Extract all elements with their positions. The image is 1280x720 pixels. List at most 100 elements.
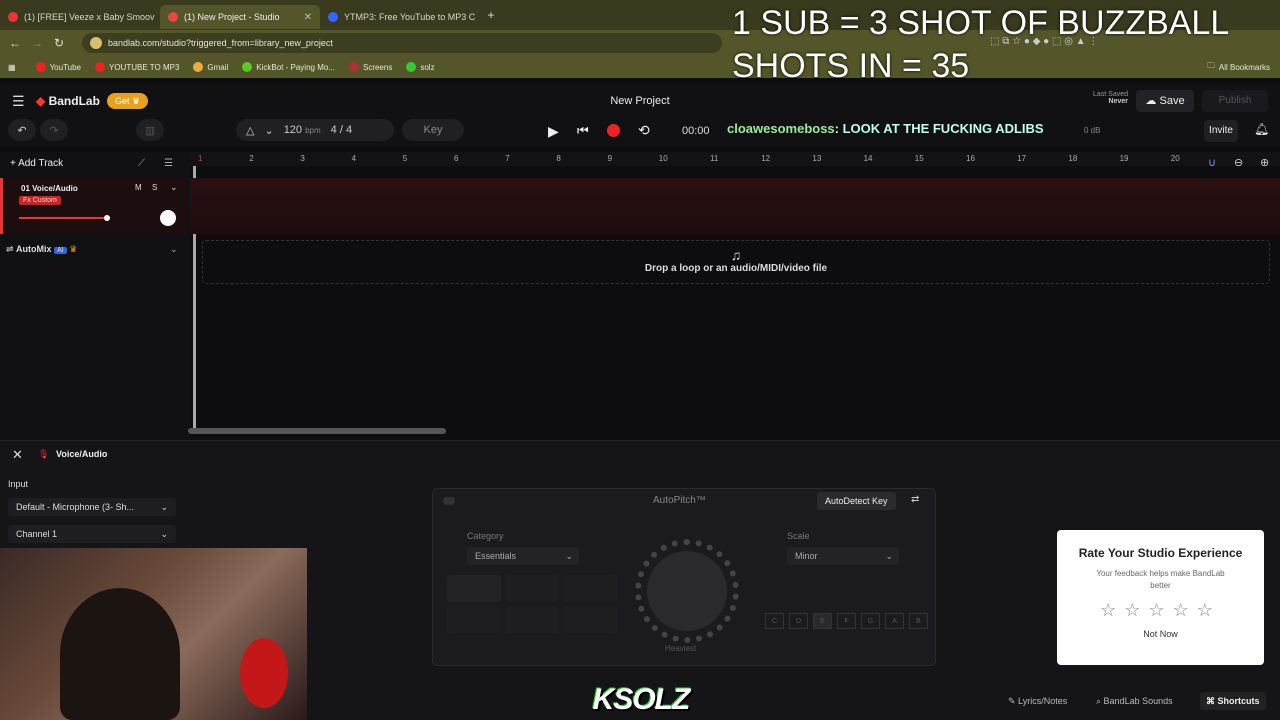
bandlab-sounds-button[interactable]: ⌕ BandLab Sounds — [1096, 696, 1173, 707]
bookmark-kickbot[interactable]: KickBot - Paying Mo... — [242, 62, 335, 72]
notifications-icon[interactable]: 🔔︎ — [1254, 122, 1269, 136]
mixer-icon[interactable]: ▥ — [136, 119, 164, 141]
fx-badge[interactable]: Fx Custom — [19, 196, 61, 205]
ruler-bar-number: 18 — [1068, 154, 1078, 163]
ruler-bar-number: 7 — [505, 154, 510, 163]
metronome-icon[interactable]: △ — [246, 124, 254, 137]
timeline-ruler[interactable]: 1 2 3 4 5 6 7 8 9 10 11 12 13 14 15 16 17 18 19 20 — [190, 152, 1280, 166]
chevron-down-icon[interactable]: ⌄ — [170, 182, 178, 193]
close-icon[interactable]: ✕ — [12, 447, 23, 463]
transport-toolbar: ↶ ↷ ▥ △ ⌄ 120 bpm 4 / 4 Key ▶ ⏮ ⟲ 00:00 c… — [0, 118, 1280, 146]
tab-title: (1) New Project - Studio — [184, 12, 280, 22]
ruler-bar-number: 6 — [454, 154, 459, 163]
scale-label: Scale — [787, 531, 810, 541]
input-select[interactable]: Default - Microphone (3- Sh... ⌄ — [8, 498, 176, 516]
drop-zone[interactable]: ♫ Drop a loop or an audio/MIDI/video file — [202, 240, 1270, 284]
note-key[interactable]: B — [909, 613, 928, 629]
back-icon[interactable]: ← — [4, 36, 26, 50]
ruler-bar-number: 5 — [402, 154, 408, 163]
input-label: Input — [8, 479, 29, 489]
chevron-down-icon[interactable]: ⌄ — [170, 244, 178, 255]
power-toggle[interactable] — [443, 497, 455, 505]
not-now-button[interactable]: Not Now — [1057, 629, 1264, 639]
channel-select[interactable]: Channel 1 ⌄ — [8, 525, 176, 543]
note-key[interactable]: C — [765, 613, 784, 629]
play-icon[interactable]: ▶ — [548, 123, 559, 140]
site-info-icon[interactable] — [90, 37, 102, 49]
chevron-down-icon[interactable]: ⌄ — [264, 124, 273, 137]
reload-icon[interactable]: ↻ — [48, 36, 70, 50]
effect-presets[interactable] — [447, 575, 617, 633]
edit-icon[interactable]: ⟋ — [138, 158, 145, 169]
app-header: ☰ ◆ BandLab Get ♛ New Project Last Saved… — [0, 84, 1280, 118]
category-select[interactable]: Essentials ⌄ — [467, 547, 579, 565]
invite-button[interactable]: Invite — [1204, 120, 1238, 142]
pan-knob[interactable] — [160, 210, 176, 226]
strength-knob[interactable] — [635, 539, 739, 643]
get-button[interactable]: Get ♛ — [107, 93, 149, 109]
solo-button[interactable]: S — [152, 183, 157, 192]
category-label: Category — [467, 531, 504, 541]
note-key[interactable]: E — [813, 613, 832, 629]
add-track-button[interactable]: + Add Track — [10, 158, 63, 169]
forward-icon[interactable]: → — [26, 36, 48, 50]
new-tab-icon[interactable]: + — [480, 8, 502, 22]
volume-slider[interactable] — [19, 217, 107, 219]
url-input[interactable]: bandlab.com/studio?triggered_from=librar… — [82, 33, 722, 53]
note-key[interactable]: F — [837, 613, 856, 629]
undo-button[interactable]: ↶ — [8, 119, 36, 141]
ruler-bar-number: 3 — [300, 154, 305, 163]
autodetect-key-button[interactable]: AutoDetect Key — [817, 492, 896, 510]
bookmark-youtube-to-mp3[interactable]: YOUTUBE TO MP3 — [95, 62, 179, 72]
autopitch-effect: AutoPitch™ AutoDetect Key ⇄ Category Ess… — [432, 488, 936, 666]
time-signature[interactable]: 4 / 4 — [331, 124, 352, 136]
horizontal-scrollbar[interactable] — [188, 428, 446, 434]
volume-handle[interactable] — [104, 215, 110, 221]
ruler-bar-number: 14 — [863, 154, 873, 163]
key-button[interactable]: Key — [402, 119, 464, 141]
track-name[interactable]: 01 Voice/Audio — [21, 184, 78, 193]
zoom-in-icon[interactable]: ⊕ — [1260, 156, 1269, 169]
publish-button[interactable]: Publish — [1202, 90, 1268, 112]
bpm-value[interactable]: 120 bpm — [284, 124, 321, 136]
star-rating[interactable]: ☆☆☆☆☆ — [1057, 600, 1264, 621]
streamer — [60, 588, 180, 720]
loop-icon[interactable]: ⟲ — [638, 122, 650, 139]
ruler-bar-number: 12 — [761, 154, 771, 163]
ruler-bar-number: 15 — [914, 154, 924, 163]
record-button[interactable] — [607, 124, 620, 137]
browser-tab[interactable]: YTMP3: Free YouTube to MP3 C✕ — [320, 5, 480, 29]
menu-icon[interactable]: ☰ — [12, 93, 25, 110]
rewind-icon[interactable]: ⏮ — [577, 123, 589, 139]
shortcuts-button[interactable]: ⌘ Shortcuts — [1200, 692, 1266, 710]
redo-button[interactable]: ↷ — [40, 119, 68, 141]
browser-tab-active[interactable]: (1) New Project - Studio ✕ — [160, 5, 320, 29]
stream-logo: KSOLZ — [592, 683, 691, 716]
magnet-icon[interactable]: ∪ — [1208, 156, 1216, 169]
bandlab-logo[interactable]: ◆ BandLab — [36, 94, 100, 108]
lyrics-notes-button[interactable]: ✎ Lyrics/Notes — [1008, 696, 1067, 707]
settings-icon[interactable]: ⇄ — [911, 494, 919, 505]
bookmark-screens[interactable]: Screens — [348, 62, 392, 72]
automix-row[interactable]: ⇌ AutoMix AI ♛ — [6, 244, 77, 255]
track-lane[interactable] — [190, 178, 1280, 234]
ruler-bar-number: 13 — [812, 154, 822, 163]
mute-button[interactable]: M — [135, 183, 142, 192]
chevron-down-icon: ⌄ — [160, 501, 168, 512]
bookmark-youtube[interactable]: YouTube — [35, 62, 81, 72]
scale-select[interactable]: Minor ⌄ — [787, 547, 899, 565]
bookmark-gmail[interactable]: Gmail — [193, 62, 228, 72]
close-tab-icon[interactable]: ✕ — [304, 12, 312, 23]
track-settings-icon[interactable]: ☰ — [164, 158, 173, 169]
note-key[interactable]: A — [885, 613, 904, 629]
bookmark-solz[interactable]: solz — [406, 62, 435, 72]
apps-icon[interactable]: ▦ — [8, 63, 16, 72]
note-key[interactable]: G — [861, 613, 880, 629]
save-button[interactable]: ☁ Save — [1136, 90, 1194, 112]
note-key[interactable]: D — [789, 613, 808, 629]
ruler-bar-number: 9 — [607, 154, 613, 163]
browser-tab[interactable]: (1) [FREE] Veeze x Baby Smoov✕ — [0, 5, 160, 29]
ytmp3-icon — [328, 12, 338, 22]
track-header[interactable]: 01 Voice/Audio M S ⌄ Fx Custom — [0, 178, 186, 234]
zoom-out-icon[interactable]: ⊖ — [1234, 156, 1243, 169]
